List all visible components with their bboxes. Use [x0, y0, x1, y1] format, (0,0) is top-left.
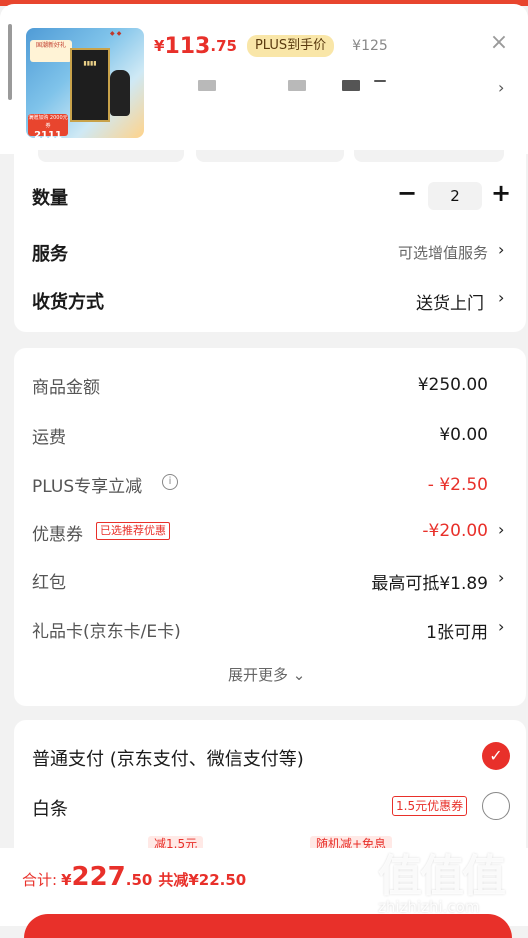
total-decimal: .50 [125, 871, 153, 889]
quantity-label: 数量 [32, 188, 68, 209]
red-packet-value[interactable]: 最高可抵¥1.89 [371, 569, 488, 594]
product-image-promo-bottom: 满赠加购 2000元券 2111 [28, 114, 68, 138]
product-image-promo-top: 国潮新好礼 [30, 40, 72, 62]
footer-total: 合计: ¥ 227 .50 共减¥22.50 [22, 862, 246, 892]
product-image[interactable]: 国潮新好礼 ◆ ◆ ▮▮▮▮ 满赠加购 2000元券 2111 [26, 28, 144, 138]
original-price: ¥125 [352, 38, 388, 54]
baitiao-label[interactable]: 白条 [32, 795, 68, 821]
site-watermark: 值值值 zhizhizhi.com [378, 840, 518, 920]
selected-spec[interactable] [196, 78, 496, 94]
baitiao-radio[interactable] [482, 792, 510, 820]
delivery-label: 收货方式 [32, 292, 104, 313]
info-icon[interactable]: i [162, 474, 178, 490]
service-value[interactable]: 可选增值服务 [398, 242, 488, 263]
delivery-value[interactable]: 送货上门 [416, 289, 484, 314]
normal-payment-check-icon[interactable]: ✓ [482, 742, 510, 770]
gift-card-value[interactable]: 1张可用 [426, 618, 488, 643]
expand-more-label: 展开更多 [228, 666, 289, 684]
total-label: 合计: [22, 871, 58, 889]
close-icon[interactable]: × [488, 32, 510, 54]
coupon-label: 优惠券 [32, 525, 83, 545]
spec-redacted-3 [342, 80, 360, 91]
product-box-label: ▮▮▮▮ [83, 60, 97, 67]
spec-redacted-2 [288, 80, 306, 91]
quantity-input[interactable]: 2 [428, 182, 482, 210]
gift-card-label: 礼品卡(京东卡/E卡) [32, 622, 181, 642]
sku-option-peek-2[interactable] [196, 150, 344, 162]
shipping-label: 运费 [32, 428, 66, 448]
gift-card-chevron-right-icon[interactable]: › [498, 617, 504, 636]
brand-logos: ◆ ◆ [110, 30, 122, 37]
spec-chevron-right-icon[interactable]: › [498, 78, 504, 97]
red-packet-label: 红包 [32, 573, 66, 593]
price-integer: 113 [164, 33, 211, 59]
baitiao-coupon-tag: 1.5元优惠券 [392, 796, 468, 816]
total-saved: 共减¥22.50 [158, 871, 247, 889]
total-currency: ¥ [61, 871, 72, 889]
promo-bottom-num: 2111 [34, 130, 62, 138]
quantity-decrease-button[interactable]: − [394, 180, 420, 206]
goods-amount-value: ¥250.00 [417, 375, 488, 395]
watermark-url: zhizhizhi.com [378, 898, 480, 916]
sku-option-peek-1[interactable] [38, 150, 184, 162]
watermark-logo: 值值值 [378, 851, 506, 902]
quantity-increase-button[interactable]: + [488, 180, 514, 206]
coupon-chevron-right-icon[interactable]: › [498, 520, 504, 539]
normal-payment-label[interactable]: 普通支付 (京东支付、微信支付等) [32, 745, 304, 771]
price-row: ¥ 113 .75 PLUS到手价 ¥125 [154, 32, 388, 60]
price-currency: ¥ [154, 37, 165, 55]
delivery-chevron-right-icon[interactable]: › [498, 288, 504, 307]
service-label: 服务 [32, 244, 68, 265]
spec-redacted-4 [374, 80, 386, 82]
coupon-value[interactable]: -¥20.00 [422, 521, 488, 541]
sku-option-peek-3[interactable] [354, 150, 504, 162]
expand-more-button[interactable]: 展开更多 ⌄ [228, 664, 305, 685]
service-chevron-right-icon[interactable]: › [498, 240, 504, 259]
chevron-down-icon: ⌄ [292, 666, 306, 684]
product-box: ▮▮▮▮ [70, 48, 110, 122]
scrollbar-thumb[interactable] [8, 24, 12, 100]
price-decimal: .75 [210, 37, 237, 55]
shipping-value: ¥0.00 [439, 425, 488, 445]
spec-redacted-1 [198, 80, 216, 91]
goods-amount-label: 商品金额 [32, 378, 100, 398]
plus-price-badge: PLUS到手价 [246, 35, 335, 57]
total-integer: 227 [71, 862, 126, 892]
coupon-recommended-tag: 已选推荐优惠 [96, 522, 170, 540]
plus-discount-value: - ¥2.50 [427, 475, 488, 495]
product-bottle [110, 70, 130, 116]
plus-discount-label: PLUS专享立减 [32, 477, 143, 497]
red-packet-chevron-right-icon[interactable]: › [498, 568, 504, 587]
promo-bottom-small: 满赠加购 2000元券 [28, 115, 68, 129]
